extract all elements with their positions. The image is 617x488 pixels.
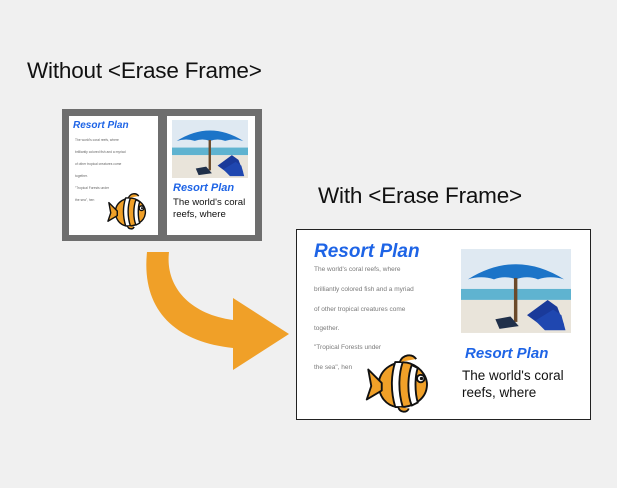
doc-line-4: together. xyxy=(75,174,88,178)
clownfish-icon xyxy=(365,354,428,413)
doc-line-1: The world's coral reefs, where xyxy=(75,138,119,142)
clownfish-icon xyxy=(107,193,147,230)
umbrella-photo xyxy=(172,120,248,178)
doc-line-large-6: the sea", hen xyxy=(314,364,353,371)
doc-line-5: "Tropical Forests under xyxy=(75,186,110,190)
doc-line-3: of other tropical creatures come xyxy=(75,162,122,166)
doc-right-body-large-2: reefs, where xyxy=(462,385,537,400)
copy-with-erase-frame: Resort Plan The world's coral reefs, whe… xyxy=(296,229,591,420)
curved-arrow-icon xyxy=(146,252,289,370)
doc-right-title-small: Resort Plan xyxy=(173,182,235,194)
copy-without-erase-frame: Resort Plan The world's coral reefs, whe… xyxy=(62,109,262,241)
right-page-small: Resort Plan The world's coral reefs, whe… xyxy=(167,116,255,235)
heading-without-erase-frame: Without <Erase Frame> xyxy=(27,58,262,83)
doc-right-body-small-1: The world's coral xyxy=(173,197,246,208)
doc-line-6: the sea", hen xyxy=(75,198,95,202)
doc-title-large: Resort Plan xyxy=(314,241,420,262)
doc-line-large-5: "Tropical Forests under xyxy=(314,344,382,351)
doc-line-2: brilliantly colored fish and a myriad xyxy=(75,150,126,154)
doc-right-title-large: Resort Plan xyxy=(465,345,549,362)
doc-right-body-small-2: reefs, where xyxy=(173,209,226,220)
umbrella-photo xyxy=(461,249,571,333)
left-page-small: Resort Plan The world's coral reefs, whe… xyxy=(69,116,158,235)
heading-with-erase-frame: With <Erase Frame> xyxy=(318,183,522,208)
doc-right-body-large-1: The world's coral xyxy=(462,368,564,383)
doc-line-large-2: brilliantly colored fish and a myriad xyxy=(314,286,414,293)
doc-line-large-3: of other tropical creatures come xyxy=(314,306,406,313)
doc-line-large-1: The world's coral reefs, where xyxy=(314,266,401,273)
doc-title-small: Resort Plan xyxy=(73,120,129,131)
doc-line-large-4: together. xyxy=(314,325,340,332)
